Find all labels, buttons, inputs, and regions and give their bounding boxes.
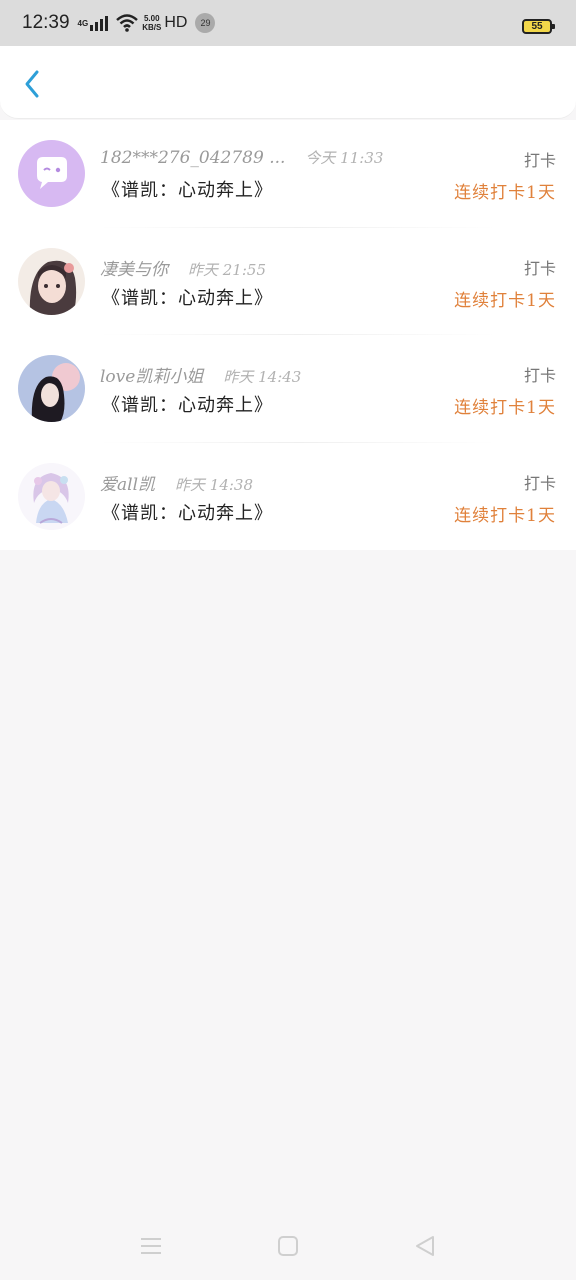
song-title: 《谱凯：心动奔上》 xyxy=(102,287,273,309)
checkin-time: 昨天 14:43 xyxy=(223,368,302,386)
wifi-icon xyxy=(116,14,139,32)
user-name: 182***276_042789 ... 今天 11:33 xyxy=(100,147,383,168)
list-item[interactable]: love凯莉小姐 昨天 14:43 《谱凯：心动奔上》 打卡 连续打卡1天 xyxy=(0,335,576,443)
system-nav-bar xyxy=(0,1210,576,1280)
user-name-text: 爱all凯 xyxy=(100,474,156,495)
anime-girl-pastel-avatar[interactable] xyxy=(18,462,85,530)
user-name: 爱all凯 昨天 14:38 xyxy=(100,470,253,495)
checkin-label: 打卡 xyxy=(523,366,556,385)
network-speed-value: 5.00 xyxy=(143,14,160,23)
checkin-label: 打卡 xyxy=(523,151,556,170)
streak-label: 连续打卡1天 xyxy=(454,290,556,311)
status-bar: 12:39 4G 5.00 KB/S HD 29 55 xyxy=(0,0,576,46)
streak-label: 连续打卡1天 xyxy=(454,505,556,526)
menu-button[interactable] xyxy=(139,1234,163,1258)
user-name-text: 182***276_042789 ... xyxy=(100,148,286,168)
home-button[interactable] xyxy=(276,1234,300,1258)
network-type: 4G xyxy=(77,18,89,28)
list-item[interactable]: 182***276_042789 ... 今天 11:33 《谱凯：心动奔上》 打… xyxy=(0,120,576,228)
home-square-icon xyxy=(278,1236,298,1256)
network-speed-unit: KB/S xyxy=(142,23,162,32)
checkin-list: 182***276_042789 ... 今天 11:33 《谱凯：心动奔上》 打… xyxy=(0,120,576,550)
user-name-text: 凄美与你 xyxy=(100,259,168,280)
menu-icon xyxy=(141,1238,161,1254)
user-name: 凄美与你 昨天 21:55 xyxy=(100,255,266,280)
signal-icon xyxy=(90,15,109,31)
user-name: love凯莉小姐 昨天 14:43 xyxy=(100,362,301,387)
status-time: 12:39 xyxy=(22,12,70,33)
streak-label: 连续打卡1天 xyxy=(454,183,556,203)
battery-icon: 55 xyxy=(522,19,555,34)
chat-bubble-avatar[interactable] xyxy=(18,140,85,207)
chevron-left-icon xyxy=(25,70,39,98)
checkin-time: 昨天 21:55 xyxy=(188,260,266,279)
network-speed: 5.00 KB/S xyxy=(142,14,161,32)
checkin-label: 打卡 xyxy=(523,473,556,493)
checkin-label: 打卡 xyxy=(523,258,556,278)
header-bar xyxy=(0,46,576,119)
checkin-time: 今天 11:33 xyxy=(305,149,384,167)
song-title: 《谱凯：心动奔上》 xyxy=(102,180,273,201)
list-item[interactable]: 爱all凯 昨天 14:38 《谱凯：心动奔上》 打卡 连续打卡1天 xyxy=(0,443,576,551)
anime-girl-dark-hair-avatar[interactable] xyxy=(18,355,85,422)
back-button[interactable] xyxy=(14,64,50,104)
list-item[interactable]: 凄美与你 昨天 21:55 《谱凯：心动奔上》 打卡 连续打卡1天 xyxy=(0,228,576,335)
song-title: 《谱凯：心动奔上》 xyxy=(102,502,273,524)
anime-girl-avatar[interactable] xyxy=(18,247,85,315)
checkin-time: 昨天 14:38 xyxy=(175,475,254,494)
user-name-text: love凯莉小姐 xyxy=(100,367,204,387)
back-nav-button[interactable] xyxy=(413,1234,437,1258)
hd-indicator: HD xyxy=(164,14,188,31)
back-triangle-icon xyxy=(416,1236,434,1256)
battery-level: 55 xyxy=(531,21,543,32)
streak-label: 连续打卡1天 xyxy=(454,398,556,418)
notification-count-badge: 29 xyxy=(195,13,216,33)
song-title: 《谱凯：心动奔上》 xyxy=(102,395,273,416)
